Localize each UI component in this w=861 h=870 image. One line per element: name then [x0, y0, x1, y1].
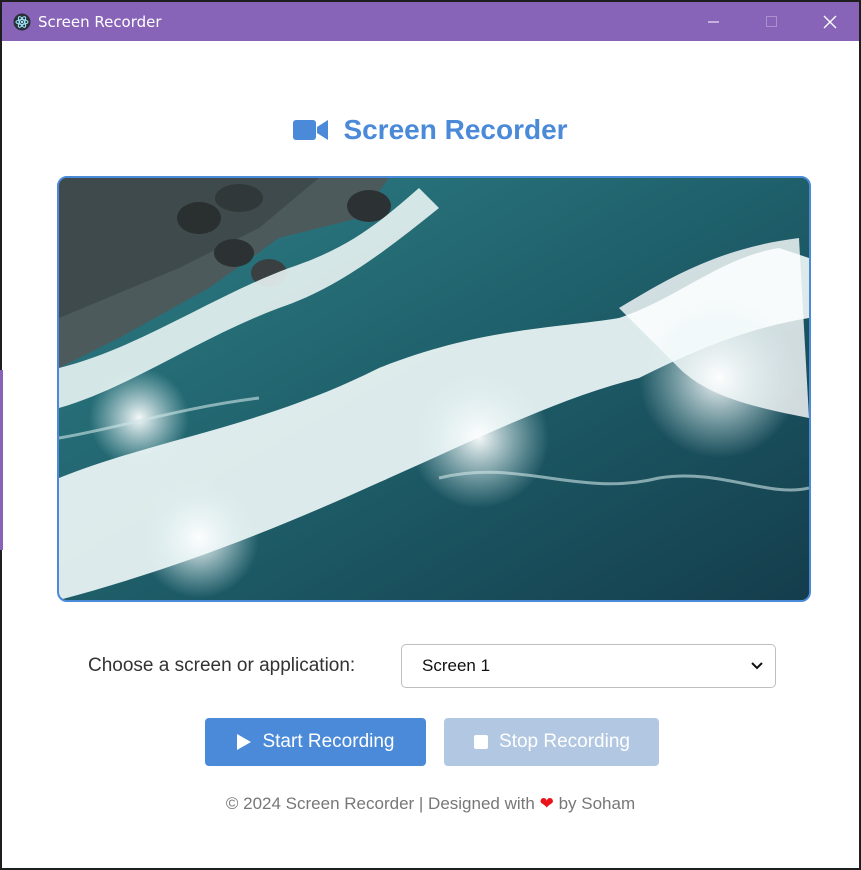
page-header: Screen Recorder — [2, 114, 859, 146]
start-recording-label: Start Recording — [262, 731, 395, 752]
maximize-button[interactable] — [743, 2, 801, 41]
app-window: Screen Recorder Screen Recorder Choose a… — [2, 2, 859, 868]
source-select-value: Screen 1 — [422, 656, 491, 675]
footer: © 2024 Screen Recorder | Designed with ❤… — [2, 794, 859, 814]
page-title: Screen Recorder — [343, 114, 568, 145]
minimize-icon — [708, 21, 719, 22]
close-icon — [823, 15, 837, 28]
source-chooser: Choose a screen or application: Screen 1 — [88, 643, 778, 689]
chevron-down-icon — [751, 662, 763, 670]
window-title: Screen Recorder — [38, 12, 162, 31]
preview-image — [59, 178, 809, 600]
play-icon — [237, 734, 252, 750]
title-bar[interactable]: Screen Recorder — [2, 2, 859, 41]
footer-prefix: © 2024 Screen Recorder | Designed with — [225, 794, 535, 813]
start-recording-button[interactable]: Start Recording — [205, 718, 426, 766]
video-preview — [57, 176, 811, 602]
heart-icon: ❤ — [539, 794, 554, 813]
stop-icon — [474, 735, 489, 749]
maximize-icon — [766, 15, 777, 27]
window-controls — [685, 2, 859, 41]
minimize-button[interactable] — [685, 2, 743, 41]
stop-recording-button[interactable]: Stop Recording — [444, 718, 659, 766]
recording-buttons: Start Recording Stop Recording — [205, 718, 659, 766]
app-icon — [12, 12, 32, 32]
close-button[interactable] — [801, 2, 859, 41]
side-accent — [0, 370, 3, 550]
footer-suffix: by Soham — [558, 794, 636, 813]
stop-recording-label: Stop Recording — [499, 731, 630, 752]
video-camera-icon — [293, 118, 329, 142]
source-select[interactable]: Screen 1 — [401, 644, 776, 688]
source-label: Choose a screen or application: — [88, 655, 356, 676]
